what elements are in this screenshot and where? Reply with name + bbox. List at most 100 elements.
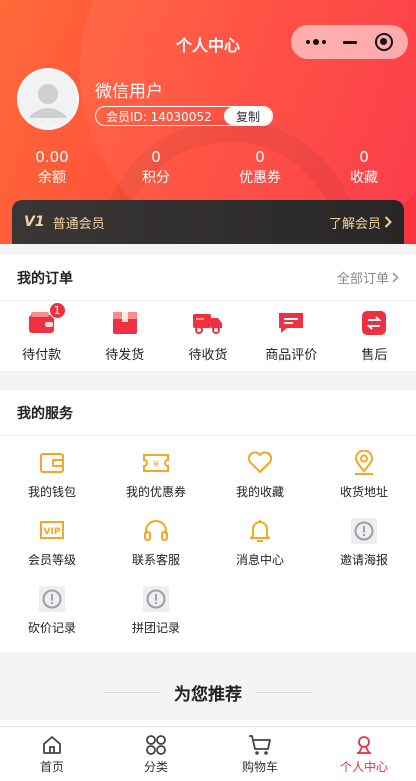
order-label: 待发货 bbox=[105, 347, 145, 363]
profile-header: 个人中心 微信用户 会员ID: 14030052 复制 0.00 余额 0 积分… bbox=[0, 0, 416, 244]
service-favorites[interactable]: 我的收藏 bbox=[208, 450, 312, 518]
coupon-icon: ¥ bbox=[143, 450, 169, 476]
service-label: 我的优惠券 bbox=[125, 485, 186, 499]
order-pending-payment[interactable]: 1 待付款 bbox=[0, 301, 83, 363]
orders-title: 我的订单 bbox=[17, 270, 73, 287]
order-label: 售后 bbox=[361, 347, 388, 363]
service-label: 我的钱包 bbox=[27, 485, 76, 499]
service-messages[interactable]: 消息中心 bbox=[208, 518, 312, 586]
copy-button[interactable]: 复制 bbox=[224, 107, 272, 125]
service-customer-support[interactable]: 联系客服 bbox=[104, 518, 208, 586]
service-coupons[interactable]: ¥ 我的优惠券 bbox=[104, 450, 208, 518]
category-icon bbox=[146, 734, 166, 755]
member-id: 会员ID: 14030052 bbox=[106, 109, 212, 124]
service-label: 拼团记录 bbox=[131, 621, 180, 635]
more-menu-icon[interactable] bbox=[305, 39, 326, 45]
miniprogram-capsule bbox=[291, 25, 408, 59]
exchange-icon bbox=[359, 310, 389, 336]
tab-profile[interactable]: 个人中心 bbox=[312, 727, 416, 781]
service-wallet[interactable]: 我的钱包 bbox=[0, 450, 104, 518]
service-label: 会员等级 bbox=[27, 553, 76, 567]
home-icon bbox=[43, 735, 61, 754]
pending-payment-badge: 1 bbox=[48, 301, 66, 319]
placeholder-icon bbox=[351, 518, 377, 544]
order-after-sales[interactable]: 售后 bbox=[333, 310, 416, 363]
recommend-section-header: 为您推荐 bbox=[0, 672, 416, 712]
divider bbox=[256, 691, 312, 693]
service-label: 消息中心 bbox=[235, 553, 284, 567]
order-shortcuts: 1 待付款 待发货 待收货 商品评价 售后 bbox=[0, 301, 416, 371]
bottom-tab-bar: 首页 分类 购物车 个人中心 bbox=[0, 726, 416, 781]
vip-level-name: 普通会员 bbox=[52, 216, 105, 232]
chevron-right-icon bbox=[392, 272, 399, 283]
service-label: 邀请海报 bbox=[339, 553, 388, 567]
order-label: 商品评价 bbox=[265, 347, 318, 363]
services-card: 我的服务 我的钱包 ¥ 我的优惠券 我的收藏 收货地址 VIP 会员等级 联系客… bbox=[0, 390, 416, 652]
truck-icon bbox=[193, 310, 223, 336]
svg-text:¥: ¥ bbox=[153, 460, 159, 470]
divider bbox=[104, 691, 160, 693]
username: 微信用户 bbox=[95, 82, 163, 102]
wallet-icon: 1 bbox=[27, 301, 66, 336]
order-pending-receipt[interactable]: 待收货 bbox=[166, 310, 249, 363]
tab-category[interactable]: 分类 bbox=[104, 727, 208, 781]
stat-value: 0 bbox=[151, 148, 161, 166]
cart-icon bbox=[249, 734, 271, 755]
avatar[interactable] bbox=[17, 68, 79, 130]
order-pending-shipment[interactable]: 待发货 bbox=[83, 310, 166, 363]
vip-bar[interactable]: V1 普通会员 了解会员 bbox=[12, 200, 404, 244]
vip-more-label: 了解会员 bbox=[328, 216, 381, 232]
service-group-buy-records[interactable]: 拼团记录 bbox=[104, 586, 208, 654]
service-address[interactable]: 收货地址 bbox=[312, 450, 416, 518]
svg-text:VIP: VIP bbox=[44, 527, 61, 537]
user-icon bbox=[357, 735, 371, 754]
package-icon bbox=[110, 310, 140, 336]
stat-balance[interactable]: 0.00 余额 bbox=[0, 148, 104, 190]
stat-value: 0 bbox=[255, 148, 265, 166]
placeholder-icon bbox=[39, 586, 65, 612]
comment-icon bbox=[276, 310, 306, 336]
stat-coupons[interactable]: 0 优惠券 bbox=[208, 148, 312, 190]
tab-cart[interactable]: 购物车 bbox=[208, 727, 312, 781]
stat-label: 收藏 bbox=[350, 170, 378, 186]
tab-label: 个人中心 bbox=[339, 759, 388, 774]
bell-icon bbox=[247, 518, 273, 544]
all-orders-link[interactable]: 全部订单 bbox=[337, 268, 399, 287]
stat-points[interactable]: 0 积分 bbox=[104, 148, 208, 190]
services-title: 我的服务 bbox=[17, 405, 73, 422]
tab-label: 分类 bbox=[143, 759, 168, 774]
stat-favorites[interactable]: 0 收藏 bbox=[312, 148, 416, 190]
order-review[interactable]: 商品评价 bbox=[250, 310, 333, 363]
vip-level-tag: V1 bbox=[24, 214, 45, 230]
service-invite-poster[interactable]: 邀请海报 bbox=[312, 518, 416, 586]
vip-more-link[interactable]: 了解会员 bbox=[329, 213, 392, 232]
wallet-icon bbox=[39, 450, 65, 476]
stat-label: 积分 bbox=[142, 170, 170, 186]
order-label: 待付款 bbox=[22, 347, 62, 363]
headset-icon bbox=[143, 518, 169, 544]
stat-label: 余额 bbox=[38, 170, 66, 186]
orders-header: 我的订单 全部订单 bbox=[0, 255, 416, 301]
service-label: 收货地址 bbox=[339, 485, 388, 499]
service-label: 联系客服 bbox=[131, 553, 180, 567]
recommend-title: 为您推荐 bbox=[174, 684, 242, 705]
stat-value: 0.00 bbox=[35, 148, 69, 166]
order-label: 待收货 bbox=[188, 347, 228, 363]
chevron-right-icon bbox=[384, 216, 392, 228]
stat-value: 0 bbox=[359, 148, 369, 166]
service-bargain-records[interactable]: 砍价记录 bbox=[0, 586, 104, 654]
heart-icon bbox=[247, 450, 273, 476]
tab-label: 购物车 bbox=[241, 759, 278, 774]
location-icon bbox=[351, 450, 377, 476]
services-grid: 我的钱包 ¥ 我的优惠券 我的收藏 收货地址 VIP 会员等级 联系客服 消息中… bbox=[0, 436, 416, 654]
service-member-level[interactable]: VIP 会员等级 bbox=[0, 518, 104, 586]
orders-card: 我的订单 全部订单 1 待付款 待发货 待收货 商品评价 售后 bbox=[0, 255, 416, 371]
tab-label: 首页 bbox=[39, 759, 64, 774]
minimize-icon[interactable] bbox=[343, 40, 358, 44]
stat-label: 优惠券 bbox=[239, 170, 281, 186]
tab-home[interactable]: 首页 bbox=[0, 727, 104, 781]
services-header: 我的服务 bbox=[0, 390, 416, 436]
service-label: 砍价记录 bbox=[27, 621, 76, 635]
placeholder-icon bbox=[143, 586, 169, 612]
close-miniprogram-icon[interactable] bbox=[375, 33, 394, 51]
